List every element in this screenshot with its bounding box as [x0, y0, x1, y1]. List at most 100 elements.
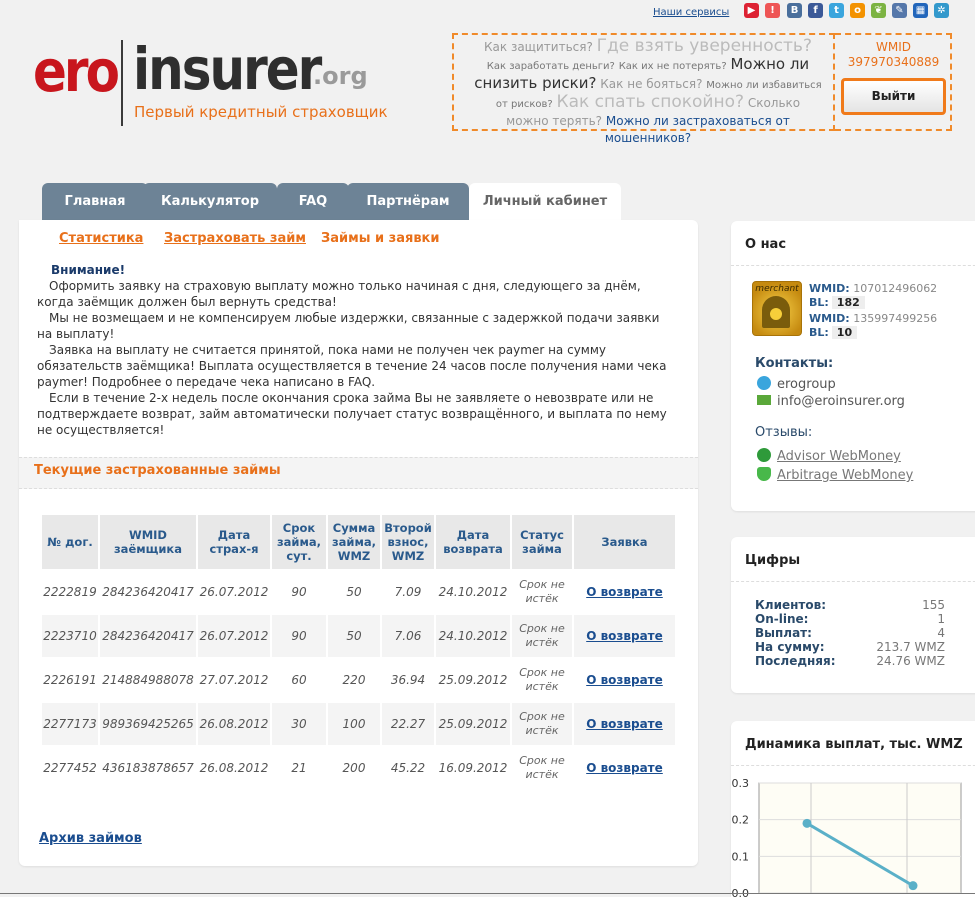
our-services-link[interactable]: Наши сервисы — [653, 7, 729, 18]
cell-num: 2277173 — [42, 703, 98, 745]
facebook-icon[interactable]: f — [808, 3, 823, 18]
header-cell: Статус займа — [512, 515, 572, 569]
cell-action[interactable]: О возврате — [574, 615, 675, 657]
sublink-statistics[interactable]: Статистика — [59, 231, 143, 246]
cell-second: 7.06 — [382, 615, 434, 657]
cell-wmid: 436183878657 — [102, 761, 194, 775]
cell-wmid: 284236420417 — [100, 615, 196, 657]
mirtesen-icon[interactable]: ❦ — [871, 3, 886, 18]
review-advisor-link[interactable]: Advisor WebMoney — [777, 449, 901, 464]
table-row: 2223710 284236420417 26.07.2012 90 50 7.06 24.… — [42, 615, 675, 657]
cell-date: 27.07.2012 — [199, 673, 269, 687]
bookmark-icon[interactable]: ✎ — [892, 3, 907, 18]
cell-second: 7.09 — [394, 585, 422, 599]
cell-action[interactable]: О возврате — [574, 747, 675, 789]
cell-status: Срок не истёк — [512, 703, 572, 745]
cell-action[interactable]: О возврате — [574, 571, 675, 613]
cell-second: 45.22 — [390, 761, 426, 775]
header-cell: Сумма займа, WMZ — [328, 515, 380, 569]
return-request-link[interactable]: О возврате — [586, 761, 663, 775]
header-cell: № дог. — [42, 515, 98, 569]
cell-status: Срок не истёк — [519, 578, 565, 605]
notice-p4: Если в течение 2-х недель после окончани… — [37, 391, 667, 437]
notice-warning: Внимание! — [51, 263, 126, 277]
tab-account[interactable]: Личный кабинет — [469, 183, 621, 221]
header-cell: Срок займа, сут. — [272, 515, 326, 569]
merchant-label: merchant — [755, 284, 799, 294]
about-title: О нас — [745, 237, 787, 252]
tab-home[interactable]: Главная — [42, 183, 148, 220]
y-tick-label: 0.3 — [732, 777, 750, 790]
cell-status: Срок не истёк — [512, 615, 572, 657]
wmid-line-1: WMID: 107012496062 — [809, 282, 938, 295]
review-arbitrage[interactable]: Arbitrage WebMoney — [757, 464, 913, 483]
cell-date: 26.08.2012 — [198, 703, 270, 745]
tab-faq[interactable]: FAQ — [277, 183, 349, 220]
archive-link[interactable]: Архив займов — [39, 831, 142, 846]
logo-ero[interactable]: ero — [33, 38, 120, 105]
sublink-loans-requests[interactable]: Займы и заявки — [321, 231, 440, 246]
skype-icon — [757, 376, 771, 390]
cell-date: 26.07.2012 — [198, 615, 270, 657]
cell-ret: 25.09.2012 — [436, 703, 510, 745]
contact-email[interactable]: info@eroinsurer.org — [757, 394, 905, 409]
logout-button[interactable]: Выйти — [841, 78, 946, 115]
tab-partners[interactable]: Партнёрам — [347, 183, 469, 220]
table-header-row: № дог. WMID заёмщика Дата страх-я Срок з… — [42, 515, 675, 569]
figures-separator — [731, 581, 975, 582]
contacts-title: Контакты: — [755, 356, 834, 371]
merchant-badge-icon[interactable]: merchant — [752, 281, 802, 336]
cell-term: 21 — [291, 761, 307, 775]
y-tick-label: 0.1 — [732, 850, 750, 863]
cell-num: 2222819 — [43, 585, 97, 599]
reviews-title: Отзывы: — [755, 425, 813, 440]
return-request-link[interactable]: О возврате — [586, 717, 663, 731]
cell-action[interactable]: О возврате — [574, 659, 675, 701]
figures-title: Цифры — [745, 553, 801, 568]
header-cell: Дата возврата — [436, 515, 510, 569]
cell-num: 2226191 — [43, 673, 97, 687]
logo-insurer[interactable]: insurer — [133, 36, 322, 103]
data-point — [908, 881, 918, 891]
cell-sum: 100 — [328, 703, 380, 745]
webmoney-arbitrage-icon — [757, 467, 771, 481]
return-request-link[interactable]: О возврате — [586, 585, 663, 599]
twitter-icon[interactable]: t — [829, 3, 844, 18]
fraud-insurance-link[interactable]: Можно ли застраховаться от мошенников? — [605, 114, 790, 145]
wmid-line-2: WMID: 135997499256 — [809, 312, 938, 325]
table-row: 2277173 989369425265 26.08.2012 30 100 22.27 2… — [42, 703, 675, 745]
header-cell: Второй взнос, WMZ — [382, 515, 434, 569]
myspace-icon[interactable]: ▦ — [913, 3, 928, 18]
review-arbitrage-link[interactable]: Arbitrage WebMoney — [777, 468, 913, 483]
cell-term: 90 — [291, 585, 307, 599]
about-separator — [731, 265, 975, 266]
table-row: 2222819 284236420417 26.07.2012 90 50 7.09 24.… — [42, 571, 675, 613]
contact-skype[interactable]: erogroup — [757, 376, 836, 392]
return-request-link[interactable]: О возврате — [586, 673, 663, 687]
wmid-label: WMID — [876, 40, 911, 54]
payout-chart: 0.3 0.2 0.1 0.0 — [732, 777, 962, 897]
cell-sum: 200 — [342, 761, 366, 775]
vk-icon[interactable]: B — [787, 3, 802, 18]
bl-line-1: BL: 182 — [809, 296, 865, 309]
cell-ret: 16.09.2012 — [438, 761, 508, 775]
cell-ret: 25.09.2012 — [438, 673, 508, 687]
odnoklassniki-icon[interactable]: o — [850, 3, 865, 18]
header-cell: WMID заёмщика — [100, 515, 196, 569]
plot-area — [758, 782, 962, 894]
youtube-icon[interactable]: ▶ — [744, 3, 759, 18]
review-advisor[interactable]: Advisor WebMoney — [757, 445, 901, 464]
cell-num: 2223710 — [42, 615, 98, 657]
liveinternet-icon[interactable]: ✲ — [934, 3, 949, 18]
logo-org: .org — [313, 62, 368, 90]
cell-action[interactable]: О возврате — [574, 703, 675, 745]
hint-icon[interactable]: ! — [765, 3, 780, 18]
cell-term: 60 — [291, 673, 307, 687]
tab-calculator[interactable]: Калькулятор — [143, 183, 277, 220]
notice-p1: Оформить заявку на страховую выплату мож… — [37, 279, 641, 309]
sublink-insure-loan[interactable]: Застраховать займ — [164, 231, 306, 246]
cell-date: 26.08.2012 — [199, 761, 269, 775]
return-request-link[interactable]: О возврате — [586, 629, 663, 643]
logo-tagline: Первый кредитный страховщик — [134, 103, 388, 121]
notice-p3: Заявка на выплату не считается принятой,… — [37, 343, 667, 389]
